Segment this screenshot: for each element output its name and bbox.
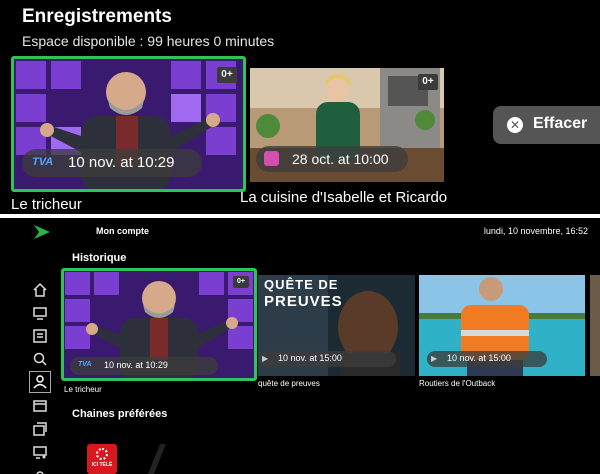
air-date-pill: ▶ 10 nov. at 15:00 [258, 351, 396, 367]
channel-logo-ici-tele: ICI TÉLÉ [91, 462, 113, 468]
history-title: Le tricheur [64, 385, 102, 394]
air-date-text: 10 nov. at 10:29 [68, 154, 175, 171]
search-icon[interactable] [32, 351, 48, 367]
poster-title-line1: QUÊTE DE [264, 277, 339, 292]
recordings-icon[interactable] [32, 398, 48, 414]
devices-icon[interactable] [32, 444, 48, 460]
air-date-pill: TVA 10 nov. at 10:29 [70, 357, 218, 375]
storage-available-text: Espace disponible : 99 heures 0 minutes [22, 33, 275, 49]
air-date-text: 10 nov. at 15:00 [447, 353, 511, 363]
home-panel: Mon compte lundi, 10 novembre, 16:52 His… [0, 218, 600, 474]
guide-icon[interactable] [32, 328, 48, 344]
channel-logo-zeste [264, 151, 279, 166]
air-date-pill: 28 oct. at 10:00 [256, 146, 408, 172]
history-card-routiers-de-l-outback[interactable]: ▶ 10 nov. at 15:00 [419, 275, 585, 376]
section-title-history: Historique [72, 252, 127, 264]
history-title: Routiers de l'Outback [419, 379, 496, 388]
history-card-le-tricheur[interactable]: 0+ TVA 10 nov. at 10:29 [61, 268, 257, 381]
channel-logo-tva: TVA [32, 156, 54, 168]
recording-card-le-tricheur[interactable]: 0+ TVA 10 nov. at 10:29 [11, 56, 246, 192]
recordings-panel: Enregistrements Espace disponible : 99 h… [0, 0, 600, 214]
clear-button[interactable]: ✕ Effacer [493, 106, 600, 144]
air-date-pill: TVA 10 nov. at 10:29 [22, 149, 202, 177]
page-title: Enregistrements [22, 6, 172, 27]
clear-button-label: Effacer [533, 115, 588, 132]
brand-logo-icon[interactable] [34, 225, 50, 239]
recording-title: La cuisine d'Isabelle et Ricardo [240, 189, 448, 206]
age-rating-badge: 0+ [233, 276, 249, 288]
close-icon: ✕ [507, 117, 523, 133]
settings-icon[interactable] [32, 467, 48, 474]
air-date-text: 10 nov. at 15:00 [278, 353, 342, 363]
section-title-favorites: Chaines préférées [72, 408, 168, 420]
recording-title: Le tricheur [11, 196, 82, 213]
play-icon: ▶ [262, 354, 269, 363]
poster-title-line2: PREUVES [264, 293, 343, 310]
datetime-display: lundi, 10 novembre, 16:52 [483, 226, 588, 236]
age-rating-badge: 0+ [217, 67, 237, 83]
library-icon[interactable] [32, 421, 48, 437]
recording-card-la-cuisine[interactable]: 0+ 28 oct. at 10:00 [250, 68, 444, 182]
tv-icon[interactable] [32, 305, 48, 321]
history-card-partial[interactable] [590, 275, 600, 376]
account-icon[interactable] [29, 371, 51, 393]
air-date-text: 28 oct. at 10:00 [292, 151, 389, 167]
history-title: quête de preuves [258, 379, 320, 388]
age-rating-badge: 0+ [418, 74, 438, 90]
history-card-quete-de-preuves[interactable]: QUÊTE DE PREUVES ▶ 10 nov. at 15:00 [258, 275, 415, 376]
favorite-channel-ici-tele[interactable]: ICI TÉLÉ [87, 444, 117, 474]
air-date-text: 10 nov. at 10:29 [104, 360, 168, 370]
home-icon[interactable] [32, 282, 48, 298]
channel-logo-icon[interactable] [144, 444, 170, 474]
channel-logo-tva: TVA [78, 361, 92, 368]
account-menu[interactable]: Mon compte [96, 226, 149, 236]
air-date-pill: ▶ 10 nov. at 15:00 [427, 351, 547, 367]
radio-canada-icon [96, 448, 108, 460]
play-icon: ▶ [431, 354, 438, 363]
